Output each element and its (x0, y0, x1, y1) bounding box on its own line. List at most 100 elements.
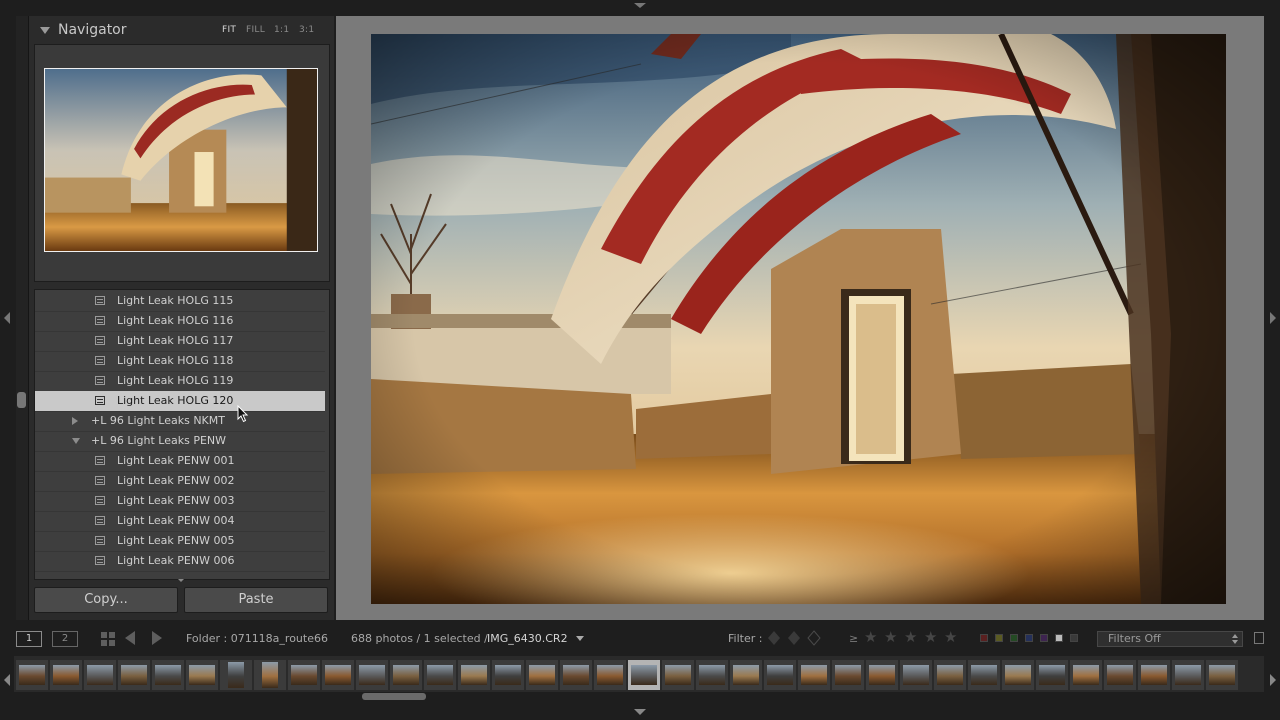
filmstrip-thumbnail[interactable] (1070, 660, 1102, 690)
filmstrip-thumbnail[interactable] (458, 660, 490, 690)
filmstrip-thumbnail[interactable] (764, 660, 796, 690)
previous-photo-icon[interactable] (125, 631, 135, 645)
primary-window-button[interactable]: 1 (16, 631, 42, 647)
filters-preset-dropdown[interactable]: Filters Off (1097, 631, 1243, 647)
thumbnail-image (1209, 665, 1235, 685)
list-item[interactable]: Light Leak PENW 004 (35, 511, 325, 532)
filmstrip-thumbnail[interactable] (968, 660, 1000, 690)
top-panel-toggle-icon[interactable] (634, 3, 646, 8)
filmstrip-thumbnail[interactable] (900, 660, 932, 690)
zoom-3-1-option[interactable]: 3:1 (299, 25, 314, 35)
filmstrip-thumbnail[interactable] (662, 660, 694, 690)
filmstrip-thumbnail-selected[interactable] (628, 660, 660, 690)
no-label-filter[interactable] (1055, 634, 1063, 642)
filmstrip-scrollbar[interactable] (362, 693, 426, 700)
navigator-title[interactable]: Navigator (58, 22, 127, 38)
flag-filter-icons[interactable] (768, 629, 830, 647)
star-icon[interactable]: ★ (944, 628, 957, 646)
thumbnail-image (495, 665, 521, 685)
grid-view-icon[interactable] (101, 632, 115, 646)
star-icon[interactable]: ★ (864, 628, 877, 646)
filmstrip-thumbnail[interactable] (492, 660, 524, 690)
copy-button[interactable]: Copy... (34, 587, 178, 613)
filmstrip-thumbnail[interactable] (798, 660, 830, 690)
preset-folder[interactable]: +L 96 Light Leaks NKMT (35, 411, 325, 432)
list-item[interactable]: Light Leak PENW 005 (35, 531, 325, 552)
list-item[interactable]: Light Leak HOLG 115 (35, 291, 325, 312)
filmstrip-thumbnail[interactable] (696, 660, 728, 690)
list-item[interactable]: Light Leak HOLG 119 (35, 371, 325, 392)
filmstrip-thumbnail[interactable] (390, 660, 422, 690)
list-item-selected[interactable]: Light Leak HOLG 120 (35, 391, 325, 412)
filmstrip-thumbnail[interactable] (220, 660, 252, 690)
filmstrip-thumbnail[interactable] (832, 660, 864, 690)
filmstrip-thumbnail[interactable] (84, 660, 116, 690)
filmstrip-thumbnail[interactable] (1104, 660, 1136, 690)
paste-button[interactable]: Paste (184, 587, 328, 613)
other-label-filter[interactable] (1070, 634, 1078, 642)
zoom-fit-option[interactable]: FIT (222, 25, 236, 35)
filter-lock-icon[interactable] (1254, 632, 1264, 644)
red-label-filter[interactable] (980, 634, 988, 642)
star-icon[interactable]: ★ (924, 628, 937, 646)
filename-label[interactable]: IMG_6430.CR2 (487, 632, 568, 645)
left-panel-scrollbar[interactable] (16, 16, 29, 620)
purple-label-filter[interactable] (1040, 634, 1048, 642)
blue-label-filter[interactable] (1025, 634, 1033, 642)
preset-folder[interactable]: +L 96 Light Leaks PENW (35, 431, 325, 452)
navigator-collapse-icon[interactable] (40, 27, 50, 34)
zoom-1-1-option[interactable]: 1:1 (274, 25, 289, 35)
list-item[interactable]: Light Leak PENW 006 (35, 551, 325, 572)
list-item[interactable]: Light Leak PENW 002 (35, 471, 325, 492)
filmstrip-thumbnail[interactable] (186, 660, 218, 690)
filmstrip-scroll-left-icon[interactable] (4, 674, 10, 686)
filmstrip-thumbnail[interactable] (594, 660, 626, 690)
zoom-fill-option[interactable]: FILL (246, 25, 265, 35)
filmstrip-thumbnail[interactable] (152, 660, 184, 690)
disclosure-collapsed-icon[interactable] (72, 417, 78, 425)
filmstrip-thumbnail[interactable] (866, 660, 898, 690)
filmstrip-thumbnail[interactable] (356, 660, 388, 690)
filmstrip-thumbnail[interactable] (16, 660, 48, 690)
filmstrip-thumbnail[interactable] (424, 660, 456, 690)
filmstrip-thumbnail[interactable] (1172, 660, 1204, 690)
list-item[interactable]: Light Leak HOLG 117 (35, 331, 325, 352)
list-item[interactable]: Light Leak PENW 001 (35, 451, 325, 472)
list-item[interactable]: Light Leak HOLG 116 (35, 311, 325, 332)
left-panel-scroll-handle[interactable] (17, 392, 26, 408)
filmstrip-thumbnail[interactable] (560, 660, 592, 690)
secondary-window-button[interactable]: 2 (52, 631, 78, 647)
filmstrip-thumbnail[interactable] (934, 660, 966, 690)
main-photo[interactable] (371, 34, 1226, 604)
next-photo-icon[interactable] (152, 631, 162, 645)
thumbnail-image (19, 665, 45, 685)
yellow-label-filter[interactable] (995, 634, 1003, 642)
filmstrip-thumbnail[interactable] (1002, 660, 1034, 690)
left-panel-toggle-icon[interactable] (4, 312, 10, 324)
disclosure-expanded-icon[interactable] (72, 438, 80, 444)
folder-source-label[interactable]: Folder : 071118a_route66 (186, 632, 328, 645)
rating-operator[interactable]: ≥ (849, 632, 858, 645)
filmstrip-thumbnail[interactable] (118, 660, 150, 690)
list-item[interactable]: Light Leak PENW 003 (35, 491, 325, 512)
filename-dropdown-icon[interactable] (576, 636, 584, 641)
star-icon[interactable]: ★ (884, 628, 897, 646)
filmstrip-thumbnail[interactable] (730, 660, 762, 690)
filmstrip-thumbnail[interactable] (254, 660, 286, 690)
green-label-filter[interactable] (1010, 634, 1018, 642)
filmstrip-scroll-right-icon[interactable] (1270, 674, 1276, 686)
list-item[interactable]: Light Leak HOLG 118 (35, 351, 325, 372)
presets-list[interactable]: Light Leak HOLG 115 Light Leak HOLG 116 … (34, 289, 330, 580)
filmstrip-thumbnail[interactable] (288, 660, 320, 690)
filmstrip-thumbnail[interactable] (526, 660, 558, 690)
filmstrip-thumbnail[interactable] (1206, 660, 1238, 690)
filmstrip-toggle-icon[interactable] (634, 709, 646, 715)
filmstrip-thumbnail[interactable] (1036, 660, 1068, 690)
filmstrip-thumbnail[interactable] (1138, 660, 1170, 690)
navigator-thumbnail[interactable] (44, 68, 318, 252)
filmstrip-thumbnail[interactable] (322, 660, 354, 690)
right-panel-toggle-icon[interactable] (1270, 312, 1276, 324)
filmstrip-thumbnail[interactable] (50, 660, 82, 690)
star-icon[interactable]: ★ (904, 628, 917, 646)
list-scroll-down-icon[interactable] (178, 579, 184, 582)
